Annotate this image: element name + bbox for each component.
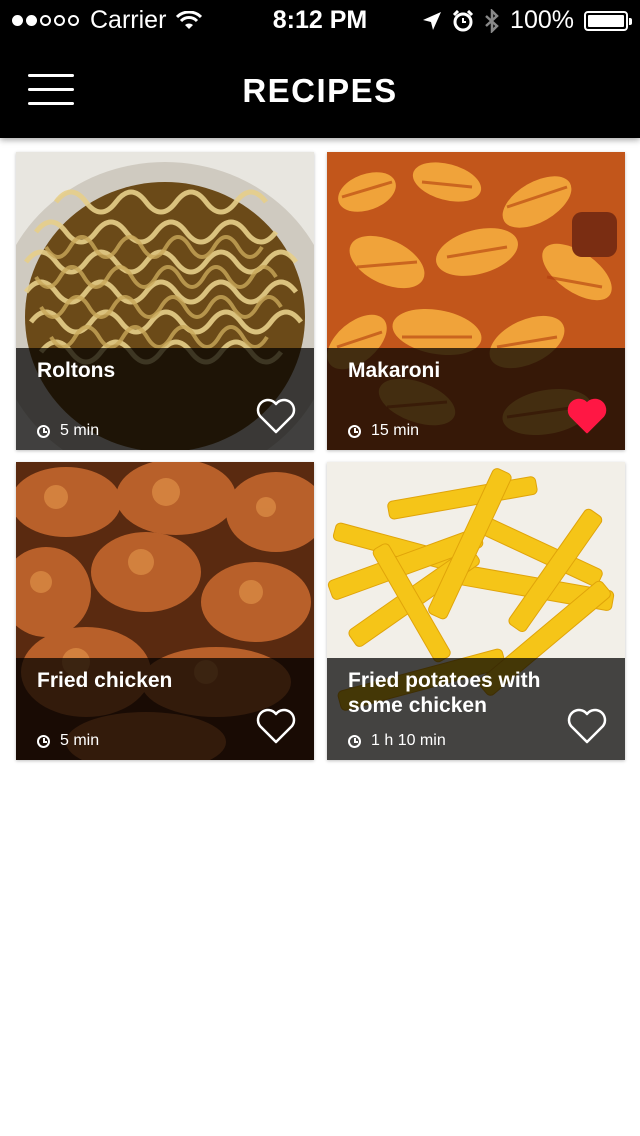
- recipe-card-roltons[interactable]: Roltons 5 min: [16, 152, 314, 450]
- recipe-info-overlay: Fried chicken 5 min: [16, 658, 314, 760]
- heart-outline-icon[interactable]: [567, 708, 607, 744]
- battery-percent: 100%: [510, 6, 574, 34]
- battery-icon: [584, 10, 632, 31]
- recipe-time-label: 5 min: [60, 422, 100, 439]
- navigation-bar: RECIPES: [0, 40, 640, 138]
- heart-outline-icon[interactable]: [256, 708, 296, 744]
- alarm-icon: [452, 9, 474, 31]
- recipe-card-makaroni[interactable]: Makaroni 15 min: [327, 152, 625, 450]
- recipe-info-overlay: Roltons 5 min: [16, 348, 314, 450]
- clock-icon: [348, 424, 361, 438]
- recipe-time: 5 min: [37, 422, 99, 440]
- recipe-title: Makaroni: [348, 359, 441, 382]
- recipe-title: Roltons: [37, 359, 116, 382]
- top-bar: Carrier 8:12 PM 100% RECIPES: [0, 0, 640, 138]
- heart-filled-icon[interactable]: [567, 398, 607, 434]
- recipe-time: 5 min: [37, 732, 99, 750]
- recipe-time: 15 min: [348, 422, 419, 440]
- heart-outline-icon[interactable]: [256, 398, 296, 434]
- bluetooth-icon: [485, 8, 499, 33]
- recipe-time-label: 5 min: [60, 732, 100, 749]
- status-bar: Carrier 8:12 PM 100%: [0, 0, 640, 40]
- clock-icon: [348, 734, 361, 748]
- recipe-card-fried-potatoes[interactable]: Fried potatoes with some chicken 1 h 10 …: [327, 462, 625, 760]
- recipe-time-label: 15 min: [371, 422, 420, 439]
- recipe-time: 1 h 10 min: [348, 732, 446, 750]
- clock-icon: [37, 424, 50, 438]
- recipe-info-overlay: Makaroni 15 min: [327, 348, 625, 450]
- recipe-title: Fried chicken: [37, 669, 173, 692]
- recipe-time-label: 1 h 10 min: [371, 732, 446, 749]
- location-arrow-icon: [423, 11, 442, 30]
- recipe-info-overlay: Fried potatoes with some chicken 1 h 10 …: [327, 658, 625, 760]
- clock-icon: [37, 734, 50, 748]
- recipe-title: Fried potatoes with some chicken: [348, 669, 541, 717]
- recipe-card-fried-chicken[interactable]: Fried chicken 5 min: [16, 462, 314, 760]
- page-title: RECIPES: [242, 72, 398, 109]
